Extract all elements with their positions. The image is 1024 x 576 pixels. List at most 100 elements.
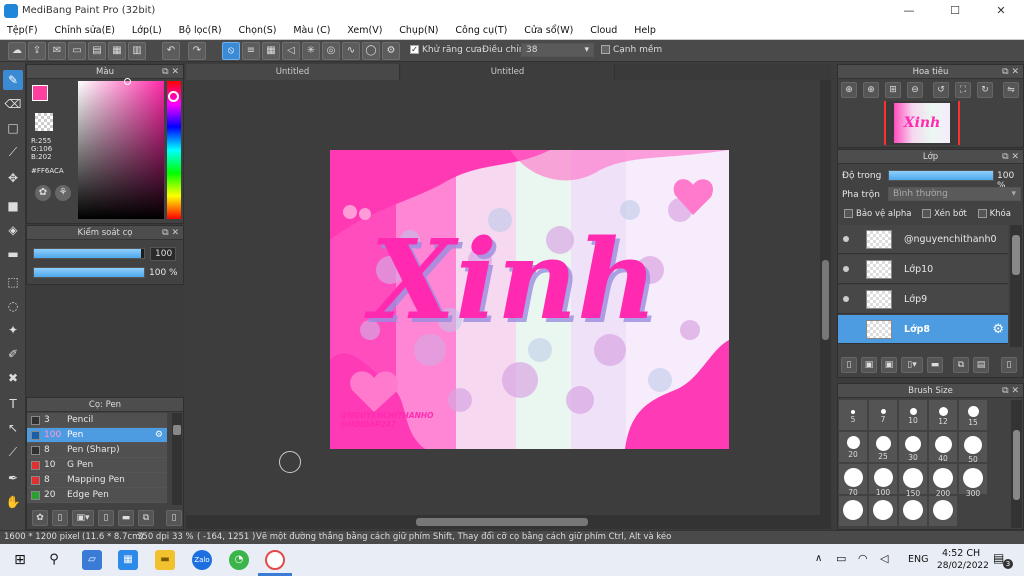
document-icon[interactable]: ▤ — [88, 42, 106, 60]
hue-slider[interactable] — [167, 81, 181, 219]
brush-size-option[interactable]: 15 — [959, 400, 987, 430]
folder-icon[interactable]: ▬ — [927, 357, 943, 373]
text-tool-icon[interactable]: T — [3, 394, 23, 414]
minimize-button[interactable]: — — [886, 0, 932, 22]
menu-filter[interactable]: Bộ lọc(R) — [172, 22, 229, 39]
rotate-left-icon[interactable]: ↺ — [933, 82, 949, 98]
tab-untitled-1[interactable]: Untitled — [186, 64, 400, 80]
brush-list-scrollbar[interactable] — [172, 413, 182, 505]
brush-item-pen[interactable]: 100 Pen ⚙ — [27, 428, 167, 443]
menu-capture[interactable]: Chụp(N) — [392, 22, 445, 39]
layer-item-lop8[interactable]: Lớp8 ⚙ — [838, 315, 1008, 344]
scrollbar-thumb[interactable] — [1012, 235, 1020, 275]
brush-item-edge-pen[interactable]: 20 Edge Pen — [27, 488, 167, 503]
menu-view[interactable]: Xem(V) — [340, 22, 389, 39]
table-icon[interactable]: ▥ — [128, 42, 146, 60]
protect-alpha-checkbox[interactable] — [844, 209, 853, 218]
redo-icon[interactable]: ↷ — [188, 42, 206, 60]
pen-tool-icon[interactable]: ✒ — [3, 468, 23, 488]
browser-app-icon[interactable]: ◔ — [229, 550, 249, 570]
menu-color[interactable]: Màu (C) — [286, 22, 337, 39]
panel-close-icon[interactable]: ⧉ ✕ — [1002, 65, 1019, 79]
clock-date[interactable]: 28/02/2022 — [937, 561, 989, 571]
brush-tool-icon[interactable]: ✎ — [3, 70, 23, 90]
rotate-right-icon[interactable]: ↻ — [977, 82, 993, 98]
folder-icon[interactable]: ▬ — [118, 510, 134, 526]
canvas-area[interactable]: Xinh Xinh @NGUYENCHITHANHO @HOIDAP247 — [186, 80, 831, 515]
brush-opacity-slider[interactable] — [33, 267, 145, 278]
tab-untitled-2[interactable]: Untitled — [401, 64, 615, 80]
scrollbar-thumb[interactable] — [1013, 430, 1020, 500]
brush-size-option[interactable] — [929, 496, 957, 526]
menu-layer[interactable]: Lớp(L) — [125, 22, 169, 39]
clock-time[interactable]: 4:52 CH — [942, 548, 980, 559]
brush-size-option[interactable]: 12 — [929, 400, 957, 430]
brush-size-value[interactable]: 100 — [150, 247, 176, 261]
select-pen-tool-icon[interactable]: ✐ — [3, 344, 23, 364]
chat-icon[interactable]: ▭ — [68, 42, 86, 60]
menu-edit[interactable]: Chỉnh sửa(E) — [47, 22, 122, 39]
select-eraser-tool-icon[interactable]: ✖ — [3, 368, 23, 388]
actual-size-icon[interactable]: ⛶ — [955, 82, 971, 98]
color-picker-cursor[interactable] — [124, 78, 131, 85]
brush-size-option[interactable]: 40 — [929, 432, 957, 463]
menu-cloud[interactable]: Cloud — [583, 22, 624, 39]
layer-scrollbar[interactable] — [1010, 225, 1022, 347]
palette-edit-icon[interactable]: ⚘ — [55, 185, 71, 201]
scrollbar-thumb[interactable] — [416, 518, 588, 526]
brush-size-option[interactable]: 300 — [959, 464, 987, 498]
store-icon[interactable]: ▦ — [118, 550, 138, 570]
color-saturation-picker[interactable] — [78, 78, 164, 219]
menu-file[interactable]: Tệp(F) — [0, 22, 45, 39]
brush-item-pen-sharp[interactable]: 8 Pen (Sharp) — [27, 443, 167, 458]
brush-size-option[interactable]: 7 — [869, 400, 897, 430]
hand-tool-icon[interactable]: ✋ — [3, 492, 23, 512]
navigator-preview[interactable]: Xinh — [884, 101, 960, 145]
transparent-swatch[interactable] — [35, 113, 53, 131]
zalo-icon[interactable]: Zalo — [192, 550, 212, 570]
fit-icon[interactable]: ⊞ — [885, 82, 901, 98]
new-layer-icon[interactable]: ▯ — [841, 357, 857, 373]
snap-radial-icon[interactable]: ✳ — [302, 42, 320, 60]
lock-checkbox[interactable] — [977, 209, 987, 218]
brush-size-option[interactable]: 25 — [869, 432, 897, 462]
zoom-out-icon[interactable]: ⊖ — [907, 82, 923, 98]
gradient-tool-icon[interactable]: ▬ — [3, 244, 23, 264]
network-icon[interactable]: ▭ — [836, 552, 846, 565]
operation-tool-icon[interactable]: ↖ — [3, 418, 23, 438]
brush-size-option[interactable]: 100 — [869, 464, 897, 497]
maximize-button[interactable]: ☐ — [932, 0, 978, 22]
menu-tools[interactable]: Công cụ(T) — [448, 22, 514, 39]
layer-menu-icon[interactable]: ▯▾ — [901, 357, 923, 373]
new-brush-icon[interactable]: ▯ — [52, 510, 68, 526]
hue-slider-handle[interactable] — [168, 91, 179, 102]
panel-close-icon[interactable]: ⧉ ✕ — [1002, 384, 1019, 398]
move-tool-icon[interactable]: ✥ — [3, 168, 23, 188]
copy-layer-icon[interactable]: ▣ — [861, 357, 877, 373]
brush-size-option[interactable]: 70 — [839, 464, 867, 497]
palette-icon[interactable]: ✿ — [35, 185, 51, 201]
primary-color-swatch[interactable] — [32, 85, 48, 101]
snap-vanish-icon[interactable]: ◁ — [282, 42, 300, 60]
comment-icon[interactable]: ✉ — [48, 42, 66, 60]
duplicate-icon[interactable]: ⧉ — [953, 357, 969, 373]
brush-size-option[interactable] — [839, 496, 867, 526]
brush-size-option[interactable]: 30 — [899, 432, 927, 462]
artwork-canvas[interactable]: Xinh Xinh @NGUYENCHITHANHO @HOIDAP247 — [330, 150, 729, 449]
windows-start-icon[interactable]: ⊞ — [10, 550, 30, 570]
line-tool-icon[interactable]: ⟋ — [3, 142, 23, 162]
brush-size-option[interactable]: 10 — [899, 400, 927, 430]
merge-layer-icon[interactable]: ▣ — [881, 357, 897, 373]
eye-icon[interactable] — [843, 266, 849, 272]
chrome-icon[interactable] — [265, 550, 285, 570]
layer-settings-icon[interactable]: ▤ — [973, 357, 989, 373]
undo-icon[interactable]: ↶ — [162, 42, 180, 60]
antialias-checkbox[interactable]: ✓ — [410, 45, 419, 54]
zoom-in-icon[interactable]: ⊕ — [863, 82, 879, 98]
add-brush-icon[interactable]: ✿ — [32, 510, 48, 526]
brush-menu-icon[interactable]: ▣▾ — [72, 510, 94, 526]
select-rect-tool-icon[interactable]: ⬚ — [3, 272, 23, 292]
chevron-up-icon[interactable]: ∧ — [815, 553, 822, 564]
language-indicator[interactable]: ENG — [908, 554, 928, 565]
eraser-tool-icon[interactable]: ⌫ — [3, 94, 23, 114]
